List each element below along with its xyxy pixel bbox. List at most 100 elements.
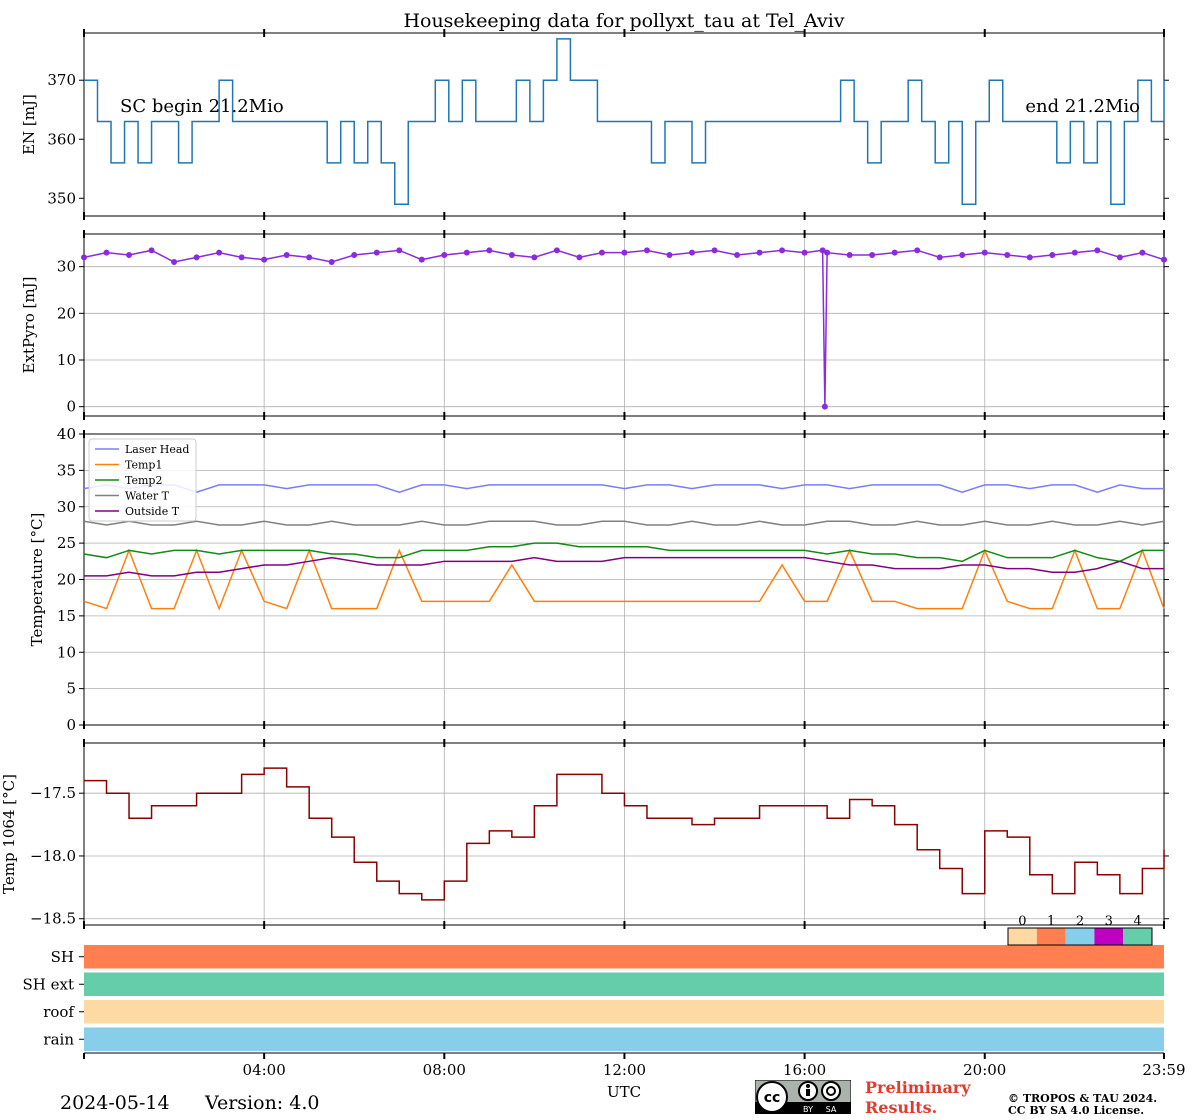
temps-ytick-label: 30 xyxy=(57,498,76,516)
pyro-point xyxy=(711,247,718,254)
preliminary-notice: Preliminary Results. xyxy=(865,1078,971,1118)
status-colorbar-cell xyxy=(1008,928,1037,945)
preliminary-line-2: Results. xyxy=(865,1098,938,1117)
status-colorbar-label: 4 xyxy=(1133,914,1141,929)
pyro-ytick-label: 20 xyxy=(57,304,76,322)
footer-version: Version: 4.0 xyxy=(205,1092,320,1114)
temps-ytick-label: 5 xyxy=(66,680,76,698)
pyro-point xyxy=(373,249,380,256)
pyro-point xyxy=(936,254,943,261)
pyro-point xyxy=(508,252,515,258)
t1064-ylabel: Temp 1064 [°C] xyxy=(0,774,18,894)
pyro-point xyxy=(846,252,853,258)
pyro-point xyxy=(1139,249,1146,256)
status-xtick-label: 23:59 xyxy=(1142,1061,1185,1079)
pyro-point xyxy=(553,247,560,254)
status-row-label: roof xyxy=(43,1003,75,1021)
status-bar-sh xyxy=(84,945,1164,969)
pyro-point xyxy=(734,252,741,258)
status-colorbar-label: 2 xyxy=(1076,914,1084,929)
pyro-point xyxy=(756,249,763,256)
pyro-point xyxy=(1161,256,1167,263)
pyro-point xyxy=(621,249,628,256)
temps-ytick-label: 10 xyxy=(57,643,76,661)
pyro-ytick-label: 10 xyxy=(57,351,76,369)
en-axes xyxy=(83,29,1165,220)
pyro-point xyxy=(576,254,583,261)
pyro-point xyxy=(216,249,223,256)
pyro-frame xyxy=(83,233,1165,417)
t1064-ytick-label: −18.5 xyxy=(30,910,76,928)
pyro-point xyxy=(824,249,831,256)
copyright-line-2: CC BY SA 4.0 License. xyxy=(1008,1104,1145,1117)
pyro-point xyxy=(396,247,403,254)
temps-ytick-label: 15 xyxy=(57,607,76,625)
pyro-series-line xyxy=(83,249,1165,407)
status-xlabel: UTC xyxy=(607,1083,641,1101)
temps-series-laser-head xyxy=(83,484,1164,493)
pyro-point xyxy=(418,256,425,263)
temps-legend-label: Water T xyxy=(125,490,170,503)
pyro-point xyxy=(103,249,110,256)
temps-legend: Laser Head Temp1 Temp2 Water T Outside T xyxy=(88,438,197,522)
pyro-point xyxy=(531,254,538,261)
status-xtick-label: 08:00 xyxy=(423,1061,466,1079)
status-colorbar-label: 0 xyxy=(1018,914,1026,929)
pyro-point xyxy=(328,259,335,265)
pyro-point xyxy=(981,249,988,256)
temps-ytick-label: 40 xyxy=(57,425,76,443)
pyro-point xyxy=(959,252,966,258)
status-xtick-label: 16:00 xyxy=(783,1061,826,1079)
pyro-point xyxy=(441,252,448,258)
en-annotation-end: end 21.2Mio xyxy=(1025,96,1140,117)
en-ytick-label: 350 xyxy=(47,189,76,207)
pyro-point xyxy=(1116,254,1123,261)
temps-ytick-label: 35 xyxy=(57,461,76,479)
pyro-point xyxy=(193,254,200,261)
t1064-ytick-label: −18.0 xyxy=(30,847,76,865)
cc-license-icon: cc BY SA xyxy=(754,1079,852,1115)
status-colorbar-cell xyxy=(1094,928,1124,945)
temps-legend-label: Laser Head xyxy=(125,443,189,456)
footer-date: 2024-05-14 xyxy=(60,1092,170,1114)
status-xtick-label: 20:00 xyxy=(963,1061,1006,1079)
preliminary-line-1: Preliminary xyxy=(865,1078,971,1097)
pyro-point xyxy=(666,252,673,258)
en-series-line xyxy=(84,38,1165,205)
pyro-point xyxy=(148,247,155,254)
status-row-label: SH ext xyxy=(23,975,75,993)
temps-series-water-t xyxy=(83,520,1165,526)
temps-ytick-label: 0 xyxy=(66,716,76,734)
en-ytick-label: 360 xyxy=(47,130,76,148)
t1064-ytick-label: −17.5 xyxy=(30,784,76,802)
temps-legend-label: Temp1 xyxy=(125,459,162,472)
status-colorbar-cell xyxy=(1123,928,1152,945)
en-ylabel: EN [mJ] xyxy=(20,94,38,155)
pyro-ylabel: ExtPyro [mJ] xyxy=(20,277,38,374)
pyro-point xyxy=(1071,249,1078,256)
pyro-point xyxy=(1049,252,1056,258)
pyro-point xyxy=(351,252,358,258)
pyro-point xyxy=(643,247,650,254)
temps-ylabel: Temperature [°C] xyxy=(28,513,46,647)
pyro-point xyxy=(598,249,605,256)
status-colorbar-label: 1 xyxy=(1047,914,1055,929)
status-row-label: rain xyxy=(43,1030,74,1048)
pyro-point xyxy=(821,403,828,410)
en-annotation-begin: SC begin 21.2Mio xyxy=(120,96,284,117)
status-bar-roof xyxy=(84,1000,1164,1024)
t1064-axes xyxy=(83,739,1165,929)
status-xtick-label: 12:00 xyxy=(603,1061,646,1079)
status-colorbar-label: 3 xyxy=(1105,914,1113,929)
status-row-label: SH xyxy=(51,948,74,966)
status-colorbar-cell xyxy=(1065,928,1095,945)
pyro-point xyxy=(261,256,268,263)
pyro-point xyxy=(801,249,808,256)
pyro-ytick-label: 30 xyxy=(57,258,76,276)
pyro-point xyxy=(283,252,290,258)
pyro-point xyxy=(81,254,87,261)
pyro-point xyxy=(1026,254,1033,261)
pyro-point xyxy=(1094,247,1101,254)
copyright-notice: © TROPOS & TAU 2024. CC BY SA 4.0 Licens… xyxy=(1008,1093,1157,1117)
temps-legend-label: Outside T xyxy=(125,505,180,518)
